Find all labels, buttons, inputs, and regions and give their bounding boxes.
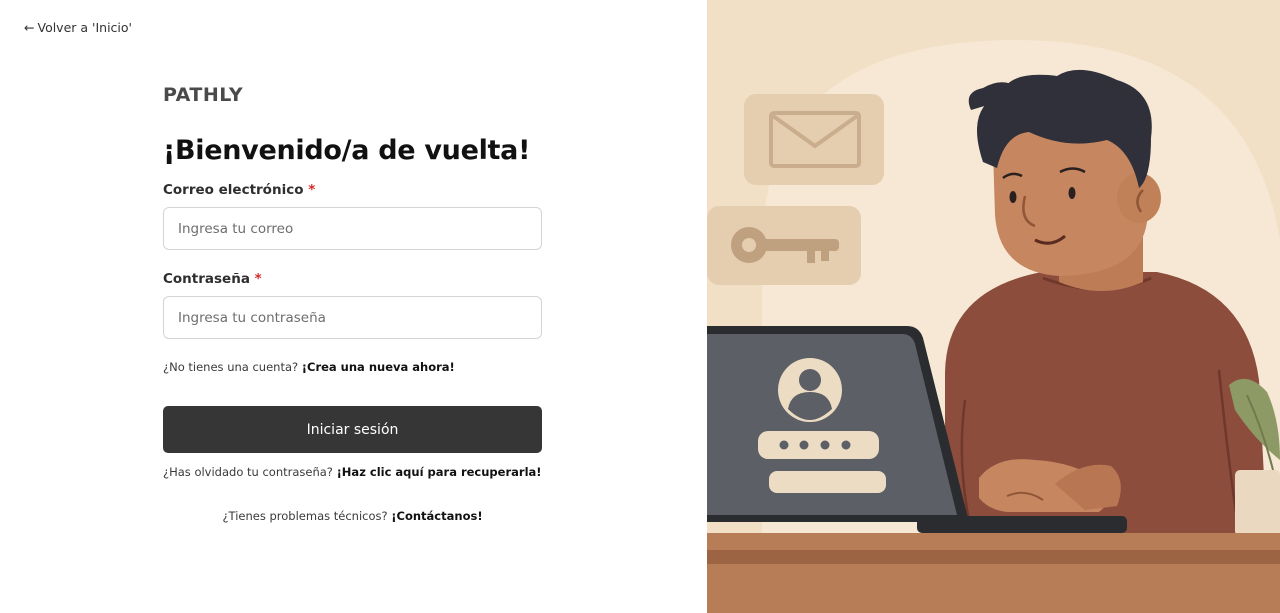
required-mark: * (308, 182, 316, 198)
signup-prompt: ¿No tienes una cuenta? (163, 360, 299, 374)
email-label: Correo electrónico * (163, 182, 542, 198)
login-button[interactable]: Iniciar sesión (163, 406, 542, 453)
support-prompt: ¿Tienes problemas técnicos? (222, 509, 388, 523)
email-label-text: Correo electrónico (163, 182, 304, 198)
desk (707, 533, 1280, 613)
login-panel: ← Volver a 'Inicio' PATHLY ¡Bienvenido/a … (0, 0, 707, 613)
email-field[interactable] (163, 207, 542, 250)
forgot-prompt: ¿Has olvidado tu contraseña? (163, 465, 333, 479)
signup-line: ¿No tienes una cuenta? ¡Crea una nueva a… (163, 360, 542, 374)
required-mark: * (254, 271, 262, 287)
password-label-text: Contraseña (163, 271, 250, 287)
password-field[interactable] (163, 296, 542, 339)
login-illustration (707, 0, 1280, 613)
support-line: ¿Tienes problemas técnicos? ¡Contáctanos… (163, 509, 542, 523)
back-link-label: Volver a 'Inicio' (37, 20, 132, 35)
forgot-password-link[interactable]: ¡Haz clic aquí para recuperarla! (337, 465, 542, 479)
illustration-panel (707, 0, 1280, 613)
brand-logo: PATHLY (163, 84, 244, 106)
user-avatar-icon (778, 358, 842, 422)
key-icon (707, 206, 861, 285)
password-label: Contraseña * (163, 271, 542, 287)
contact-link[interactable]: ¡Contáctanos! (391, 509, 482, 523)
envelope-icon (744, 94, 884, 185)
hands (979, 459, 1121, 512)
arrow-left-icon: ← (24, 20, 35, 35)
page-title: ¡Bienvenido/a de vuelta! (163, 135, 531, 166)
forgot-password-line: ¿Has olvidado tu contraseña? ¡Haz clic a… (163, 465, 542, 479)
login-form: PATHLY ¡Bienvenido/a de vuelta! Correo e… (163, 84, 542, 523)
signup-link[interactable]: ¡Crea una nueva ahora! (302, 360, 455, 374)
back-to-home-link[interactable]: ← Volver a 'Inicio' (24, 20, 132, 35)
